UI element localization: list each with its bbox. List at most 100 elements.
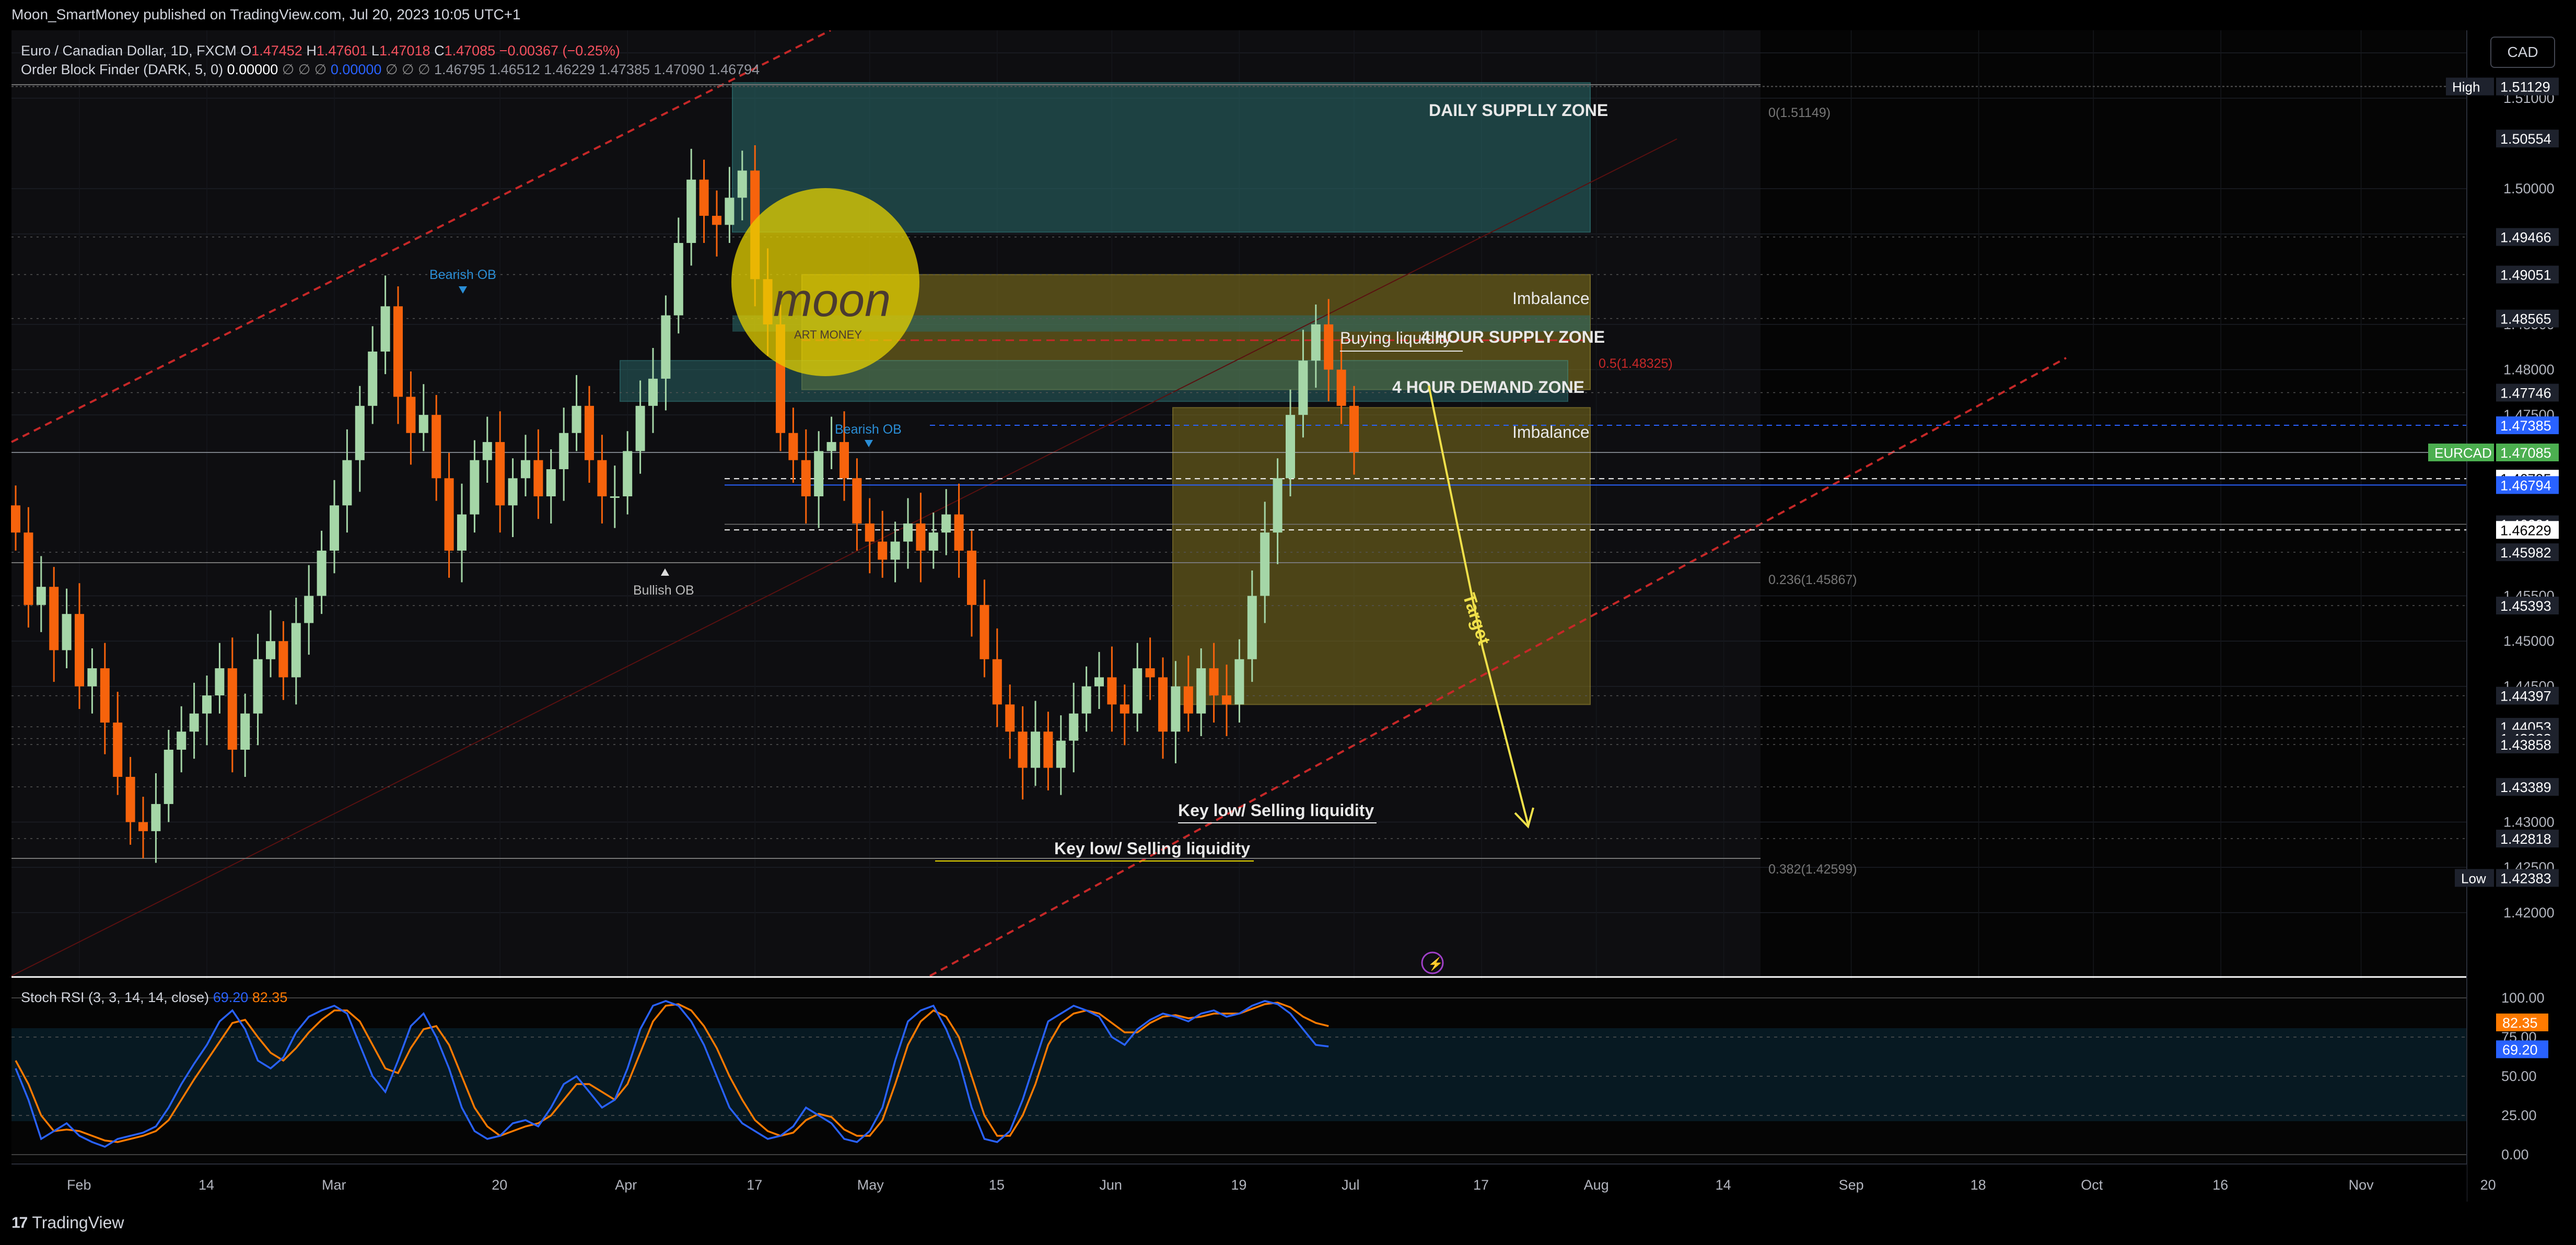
price-label[interactable]: 1.50554 bbox=[2496, 130, 2559, 148]
currency-button[interactable]: CAD bbox=[2490, 37, 2555, 68]
candle-body[interactable] bbox=[1324, 324, 1334, 370]
candle-body[interactable] bbox=[852, 478, 862, 523]
candle-body[interactable] bbox=[686, 179, 696, 243]
candle-body[interactable] bbox=[546, 469, 556, 497]
candle-body[interactable] bbox=[916, 523, 926, 551]
candle-body[interactable] bbox=[240, 713, 250, 750]
candle-body[interactable] bbox=[11, 505, 20, 533]
candle-body[interactable] bbox=[1031, 731, 1040, 768]
price-label[interactable]: 1.51129 High bbox=[2446, 77, 2559, 96]
price-label[interactable]: 1.48565 bbox=[2496, 309, 2559, 328]
candle-body[interactable] bbox=[597, 460, 607, 497]
candle-body[interactable] bbox=[699, 179, 709, 216]
candle-body[interactable] bbox=[1043, 731, 1053, 768]
candle-body[interactable] bbox=[1336, 369, 1346, 406]
candle-body[interactable] bbox=[100, 668, 110, 723]
candle-body[interactable] bbox=[635, 405, 645, 451]
candle-body[interactable] bbox=[151, 804, 161, 831]
candle-body[interactable] bbox=[432, 415, 441, 479]
candle-body[interactable] bbox=[87, 668, 97, 687]
candle-body[interactable] bbox=[49, 587, 59, 650]
candle-body[interactable] bbox=[941, 514, 951, 533]
candle-body[interactable] bbox=[508, 478, 518, 506]
time-axis[interactable]: Feb 14 Mar 20 Apr 17 May 15 Jun 19 Jul 17 Aug 14 Sep 18… bbox=[0, 1163, 2496, 1202]
candle-body[interactable] bbox=[495, 442, 505, 506]
candle-body[interactable] bbox=[330, 505, 339, 551]
price-label[interactable]: 1.42818 bbox=[2496, 830, 2559, 848]
tradingview-chart[interactable]: moonART MONEY DAILY SUPPLLY ZONE Imbalance… bbox=[0, 0, 2576, 1245]
candle-body[interactable] bbox=[138, 822, 148, 831]
candle-body[interactable] bbox=[189, 713, 199, 732]
price-label[interactable]: 1.47085 EURCAD bbox=[2428, 444, 2559, 462]
candle-body[interactable] bbox=[725, 197, 735, 225]
candle-body[interactable] bbox=[1349, 405, 1359, 452]
candle-body[interactable] bbox=[1222, 695, 1231, 705]
symbol-legend[interactable]: Euro / Canadian Dollar, 1D, FXCM O1.4745… bbox=[21, 43, 620, 59]
candle-body[interactable] bbox=[737, 170, 747, 198]
candle-body[interactable] bbox=[113, 723, 123, 777]
price-label[interactable]: 1.46794 bbox=[2496, 476, 2559, 494]
candle-body[interactable] bbox=[928, 532, 938, 551]
candle-body[interactable] bbox=[1286, 415, 1295, 479]
candle-body[interactable] bbox=[533, 460, 543, 497]
candle-body[interactable] bbox=[1133, 668, 1143, 714]
price-label[interactable]: 1.49051 bbox=[2496, 265, 2559, 284]
candle-body[interactable] bbox=[559, 433, 569, 470]
tradingview-brand[interactable]: 17 TradingView bbox=[11, 1213, 124, 1232]
candle-body[interactable] bbox=[75, 614, 84, 687]
price-label[interactable]: 1.42383 Low bbox=[2455, 869, 2559, 887]
candle-body[interactable] bbox=[1005, 704, 1015, 732]
candle-body[interactable] bbox=[1145, 668, 1155, 678]
candle-body[interactable] bbox=[967, 550, 976, 605]
candle-body[interactable] bbox=[572, 405, 581, 433]
candle-body[interactable] bbox=[1094, 677, 1104, 687]
candle-body[interactable] bbox=[992, 659, 1002, 705]
candle-body[interactable] bbox=[24, 532, 33, 605]
candle-body[interactable] bbox=[418, 415, 428, 433]
candle-body[interactable] bbox=[1056, 740, 1066, 768]
candle-body[interactable] bbox=[801, 460, 811, 497]
candle-body[interactable] bbox=[1069, 713, 1079, 741]
candle-body[interactable] bbox=[1311, 324, 1321, 361]
candle-body[interactable] bbox=[1209, 668, 1219, 696]
candle-body[interactable] bbox=[1298, 360, 1308, 415]
candle-body[interactable] bbox=[712, 216, 721, 225]
candle-body[interactable] bbox=[814, 451, 824, 497]
candle-body[interactable] bbox=[1120, 704, 1129, 714]
candle-body[interactable] bbox=[164, 749, 173, 804]
candle-body[interactable] bbox=[355, 405, 365, 460]
candle-body[interactable] bbox=[482, 442, 492, 460]
candle-body[interactable] bbox=[980, 604, 989, 659]
candle-body[interactable] bbox=[521, 460, 530, 479]
candle-body[interactable] bbox=[865, 523, 875, 542]
candle-body[interactable] bbox=[291, 623, 301, 678]
candle-body[interactable] bbox=[125, 776, 135, 822]
candle-body[interactable] bbox=[1171, 686, 1181, 732]
candle-body[interactable] bbox=[393, 306, 403, 397]
candle-body[interactable] bbox=[1081, 686, 1091, 714]
candle-body[interactable] bbox=[36, 587, 46, 605]
candle-body[interactable] bbox=[470, 460, 480, 515]
price-label[interactable]: 1.45393 bbox=[2496, 597, 2559, 615]
candle-body[interactable] bbox=[1247, 596, 1257, 659]
candle-body[interactable] bbox=[266, 641, 275, 659]
candle-body[interactable] bbox=[788, 433, 798, 460]
candle-body[interactable] bbox=[317, 550, 327, 596]
price-label[interactable]: 1.49466 bbox=[2496, 228, 2559, 246]
candle-body[interactable] bbox=[648, 378, 658, 406]
indicator-legend[interactable]: Order Block Finder (DARK, 5, 0) 0.00000 … bbox=[21, 62, 760, 77]
candle-body[interactable] bbox=[954, 514, 964, 551]
candle-body[interactable] bbox=[890, 541, 900, 560]
candle-body[interactable] bbox=[661, 315, 671, 379]
candle-body[interactable] bbox=[1183, 686, 1193, 714]
candle-body[interactable] bbox=[1107, 677, 1117, 705]
candle-body[interactable] bbox=[202, 695, 212, 714]
candle-body[interactable] bbox=[1260, 532, 1270, 596]
candle-body[interactable] bbox=[1234, 659, 1244, 705]
candle-body[interactable] bbox=[304, 596, 314, 623]
rsi-legend[interactable]: Stoch RSI (3, 3, 14, 14, close) 69.20 82… bbox=[21, 990, 287, 1005]
candle-body[interactable] bbox=[1018, 731, 1028, 768]
candle-body[interactable] bbox=[227, 668, 237, 750]
candle-body[interactable] bbox=[342, 460, 352, 506]
price-label[interactable]: 1.47746 bbox=[2496, 383, 2559, 402]
